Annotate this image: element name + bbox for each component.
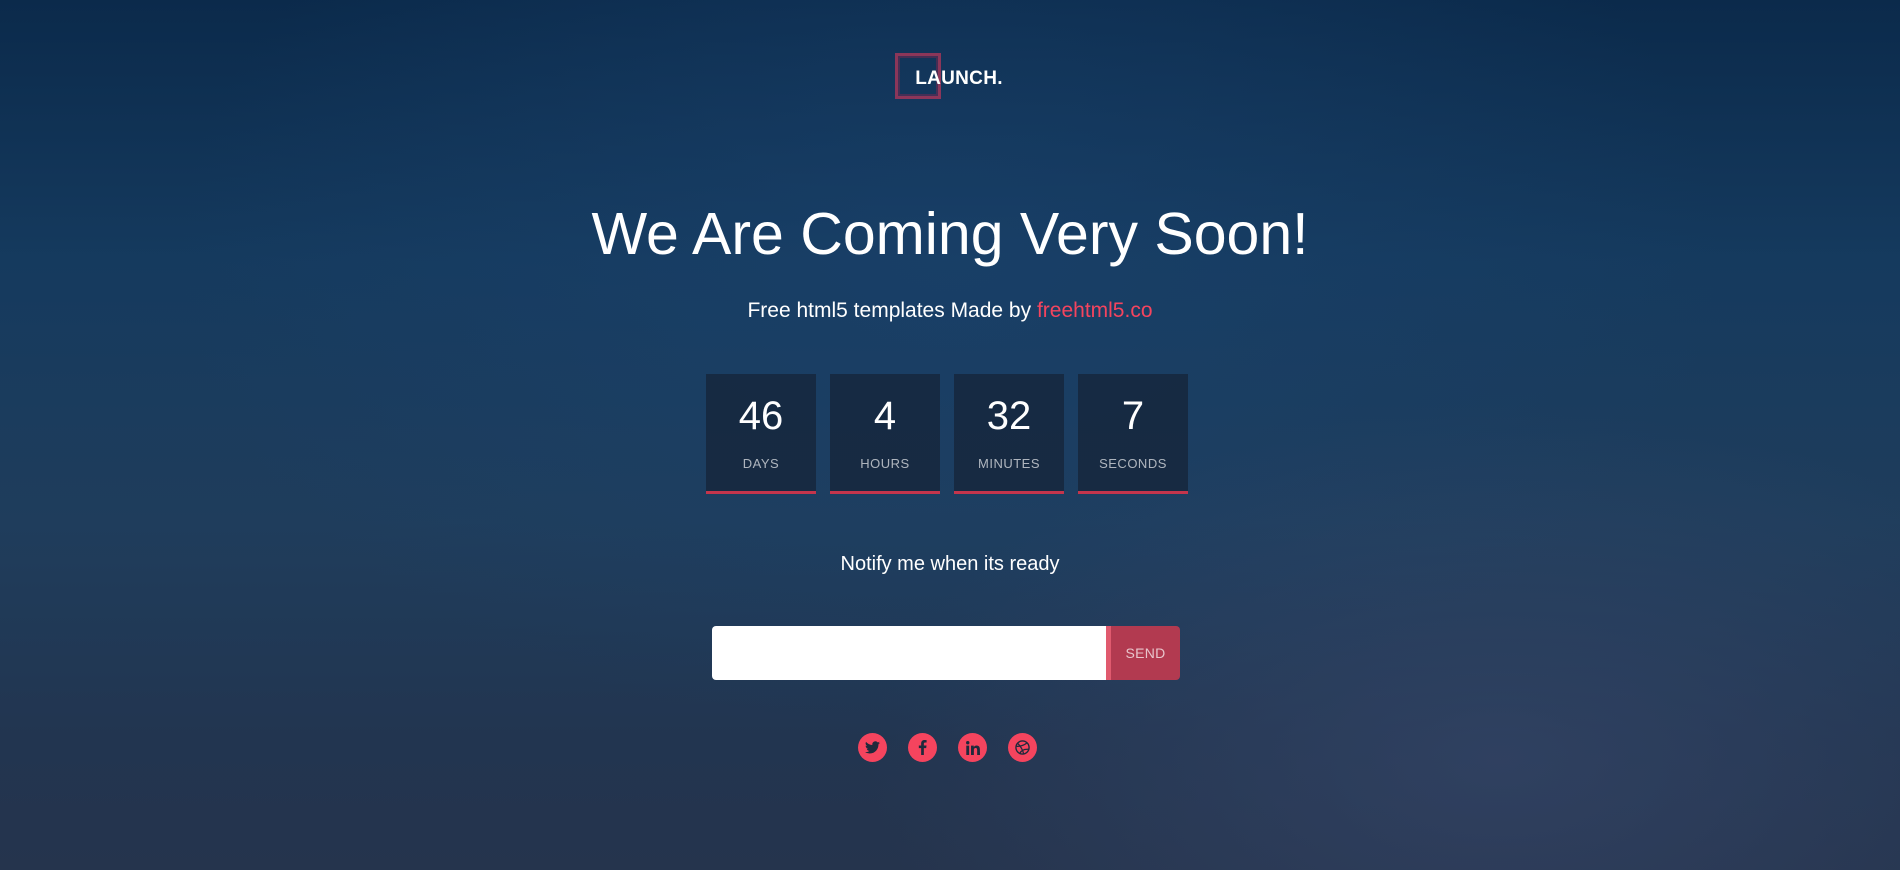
facebook-icon bbox=[918, 740, 927, 755]
countdown-hours-value: 4 bbox=[873, 394, 897, 438]
twitter-link[interactable] bbox=[858, 733, 887, 762]
countdown-days-label: DAYS bbox=[742, 456, 780, 471]
linkedin-link[interactable] bbox=[958, 733, 987, 762]
countdown-hours: 4 HOURS bbox=[830, 374, 940, 494]
logo-link[interactable]: LAUNCH. bbox=[895, 53, 1003, 99]
subtitle-text: Free html5 templates Made by bbox=[747, 299, 1037, 322]
countdown-timer: 46 DAYS 4 HOURS 32 MINUTES 7 SECONDS bbox=[706, 374, 1188, 494]
dribbble-link[interactable] bbox=[1008, 733, 1037, 762]
logo-text: LAUNCH. bbox=[915, 68, 1003, 89]
page-title: We Are Coming Very Soon! bbox=[591, 201, 1309, 267]
freehtml5-link[interactable]: freehtml5.co bbox=[1037, 299, 1153, 322]
subscribe-form: SEND bbox=[712, 626, 1180, 680]
countdown-hours-label: HOURS bbox=[860, 456, 910, 471]
countdown-minutes-value: 32 bbox=[986, 394, 1032, 438]
send-button[interactable]: SEND bbox=[1106, 626, 1180, 680]
notify-heading: Notify me when its ready bbox=[840, 553, 1060, 575]
linkedin-icon bbox=[965, 740, 980, 755]
twitter-icon bbox=[865, 741, 880, 754]
countdown-days: 46 DAYS bbox=[706, 374, 816, 494]
social-links bbox=[858, 733, 1037, 762]
countdown-seconds: 7 SECONDS bbox=[1078, 374, 1188, 494]
header: LAUNCH. bbox=[0, 53, 1900, 99]
countdown-minutes: 32 MINUTES bbox=[954, 374, 1064, 494]
subtitle: Free html5 templates Made by freehtml5.c… bbox=[0, 299, 1900, 323]
countdown-seconds-value: 7 bbox=[1121, 394, 1145, 438]
dribbble-icon bbox=[1015, 740, 1030, 755]
countdown-minutes-label: MINUTES bbox=[978, 456, 1040, 471]
email-input[interactable] bbox=[712, 626, 1106, 680]
facebook-link[interactable] bbox=[908, 733, 937, 762]
countdown-days-value: 46 bbox=[738, 394, 784, 438]
countdown-seconds-label: SECONDS bbox=[1099, 456, 1167, 471]
